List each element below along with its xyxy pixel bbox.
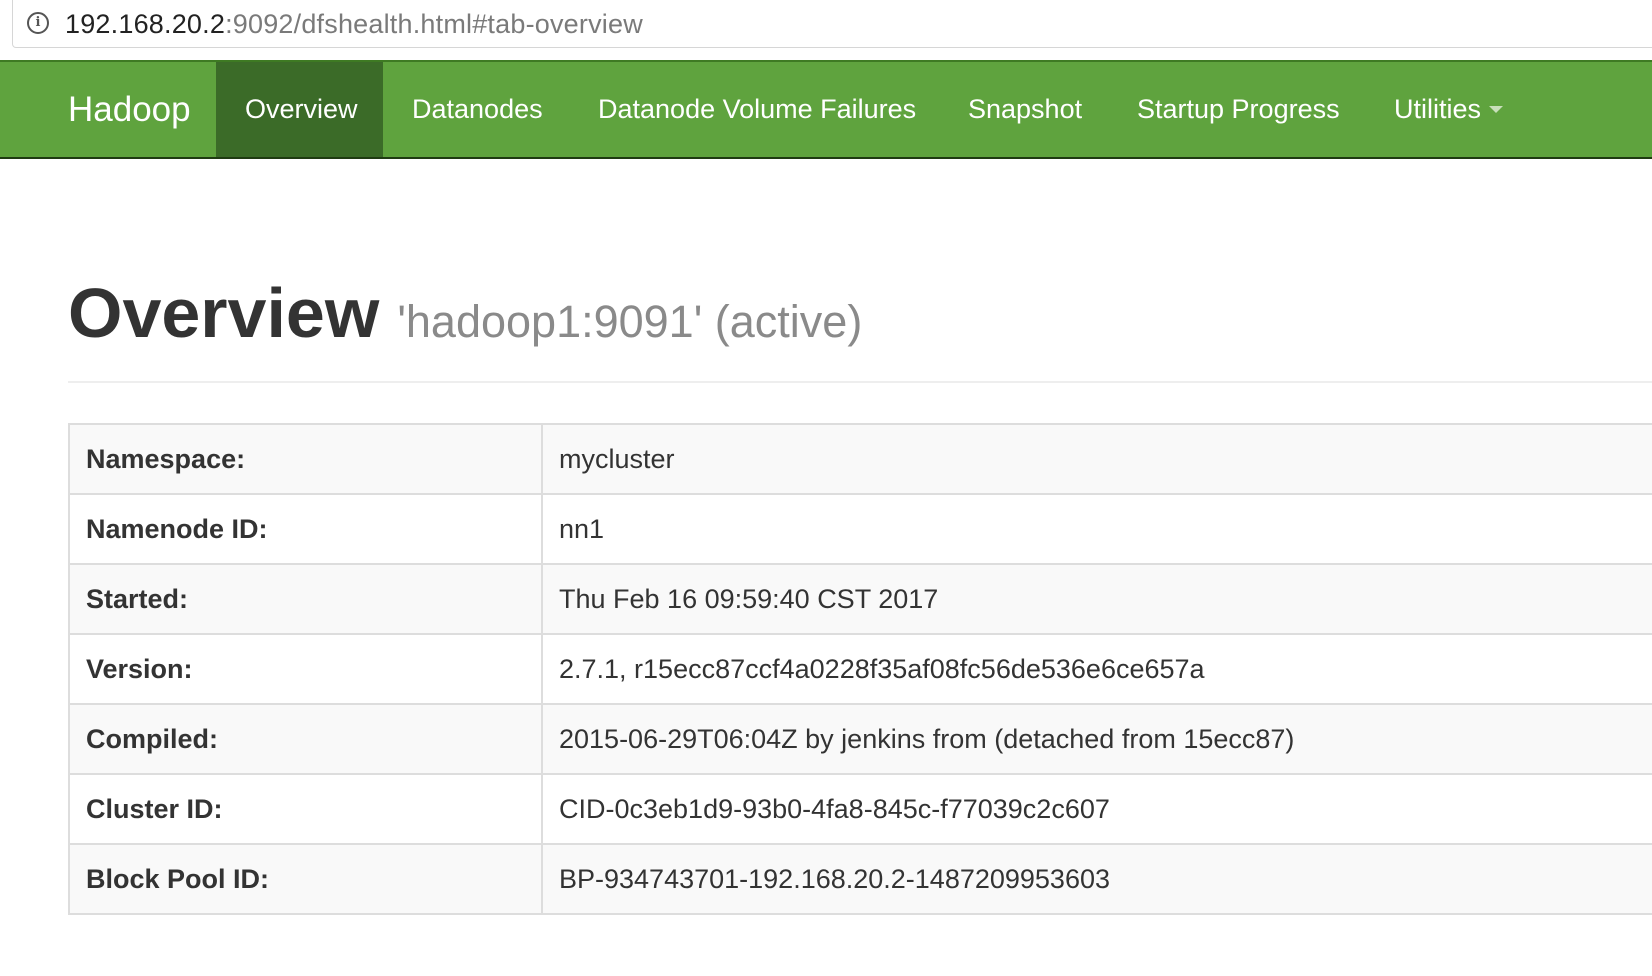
- table-row: Started: Thu Feb 16 09:59:40 CST 2017: [68, 563, 1652, 635]
- url-path: :9092/dfshealth.html#tab-overview: [225, 9, 643, 39]
- table-row: Cluster ID: CID-0c3eb1d9-93b0-4fa8-845c-…: [68, 773, 1652, 845]
- nav-item-snapshot[interactable]: Snapshot: [939, 62, 1111, 157]
- nav-item-label: Startup Progress: [1137, 94, 1340, 124]
- nav-item-label: Overview: [245, 94, 358, 124]
- nav-item-label: Datanodes: [412, 94, 543, 124]
- nav-item-utilities[interactable]: Utilities: [1365, 62, 1532, 157]
- row-key: Cluster ID:: [68, 773, 543, 845]
- table-row: Namespace: mycluster: [68, 423, 1652, 495]
- page-title: Overview: [68, 274, 380, 352]
- url-host: 192.168.20.2: [65, 9, 226, 39]
- nav-item-startup-progress[interactable]: Startup Progress: [1108, 62, 1369, 157]
- top-navbar: Hadoop Overview Datanodes Datanode Volum…: [0, 60, 1652, 159]
- table-row: Version: 2.7.1, r15ecc87ccf4a0228f35af08…: [68, 633, 1652, 705]
- caret-down-icon: [1489, 106, 1504, 114]
- row-value: CID-0c3eb1d9-93b0-4fa8-845c-f77039c2c607: [541, 773, 1652, 845]
- browser-address-bar: i 192.168.20.2:9092/dfshealth.html#tab-o…: [0, 0, 1652, 60]
- url-field[interactable]: i 192.168.20.2:9092/dfshealth.html#tab-o…: [12, 0, 1652, 48]
- nav-item-overview[interactable]: Overview: [216, 62, 383, 157]
- nav-item-label: Datanode Volume Failures: [598, 94, 917, 124]
- url-text[interactable]: 192.168.20.2:9092/dfshealth.html#tab-ove…: [65, 8, 643, 40]
- row-value: nn1: [541, 493, 1652, 565]
- row-key: Namespace:: [68, 423, 543, 495]
- brand-logo[interactable]: Hadoop: [68, 62, 191, 157]
- table-row: Namenode ID: nn1: [68, 493, 1652, 565]
- page-header: Overview 'hadoop1:9091' (active): [68, 268, 1652, 383]
- row-key: Version:: [68, 633, 543, 705]
- row-value: 2.7.1, r15ecc87ccf4a0228f35af08fc56de536…: [541, 633, 1652, 705]
- overview-table: Namespace: mycluster Namenode ID: nn1 St…: [68, 423, 1652, 915]
- row-key: Block Pool ID:: [68, 843, 543, 915]
- table-row: Block Pool ID: BP-934743701-192.168.20.2…: [68, 843, 1652, 915]
- row-key: Compiled:: [68, 703, 543, 775]
- nav-item-datanodes[interactable]: Datanodes: [383, 62, 572, 157]
- row-value: mycluster: [541, 423, 1652, 495]
- nav-item-datanode-volume-failures[interactable]: Datanode Volume Failures: [569, 62, 945, 157]
- table-row: Compiled: 2015-06-29T06:04Z by jenkins f…: [68, 703, 1652, 775]
- page-subtitle: 'hadoop1:9091' (active): [397, 296, 863, 347]
- nav-item-label: Snapshot: [968, 94, 1083, 124]
- row-value: 2015-06-29T06:04Z by jenkins from (detac…: [541, 703, 1652, 775]
- row-key: Namenode ID:: [68, 493, 543, 565]
- info-icon[interactable]: i: [27, 12, 49, 34]
- row-value: Thu Feb 16 09:59:40 CST 2017: [541, 563, 1652, 635]
- nav-item-label: Utilities: [1394, 94, 1482, 124]
- row-value: BP-934743701-192.168.20.2-1487209953603: [541, 843, 1652, 915]
- row-key: Started:: [68, 563, 543, 635]
